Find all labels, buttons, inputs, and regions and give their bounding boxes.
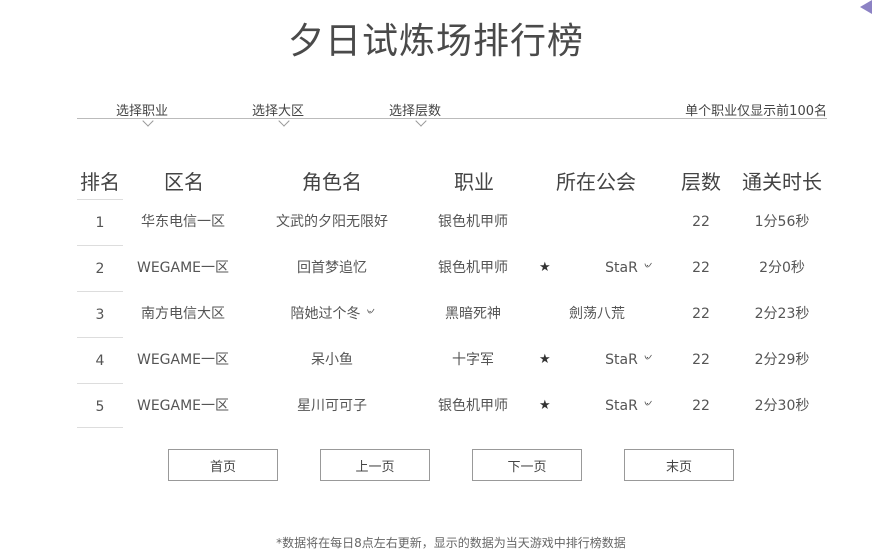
last-page-button[interactable]: 末页 [624, 449, 734, 481]
job-select-label: 选择职业 [116, 104, 169, 119]
name-cell: 回首梦追忆 [297, 260, 367, 276]
rank-cell: 3 [77, 291, 123, 338]
zone-cell: WEGAME一区 [136, 260, 230, 276]
rank-cell: 1 [77, 199, 123, 246]
guild-star-icon: ★ [539, 260, 551, 275]
filter-bar: 选择职业 选择大区 选择层数 单个职业仅显示前100名 [77, 96, 827, 127]
floor-cell: 22 [692, 352, 710, 368]
floor-cell: 22 [692, 214, 710, 230]
header-zone: 区名 [164, 170, 204, 194]
guild-star-icon: ★ [539, 398, 551, 413]
zone-select[interactable]: 选择大区 [252, 100, 305, 127]
header-floor: 层数 [681, 170, 721, 194]
table-row: 2 WEGAME一区 回首梦追忆 银色机甲师 ★ StaR ৺ 22 2分0秒 [0, 245, 872, 291]
rank-cell: 4 [77, 337, 123, 384]
time-cell: 2分29秒 [754, 352, 810, 368]
job-cell: 银色机甲师 [438, 214, 508, 230]
zone-cell: WEGAME一区 [136, 398, 230, 414]
table-row: 3 南方电信大区 陪她过个冬 ৺ 黑暗死神 劍荡八荒 22 2分23秒 [0, 291, 872, 337]
name-cell: 陪她过个冬 ৺ [290, 306, 374, 322]
job-cell: 黑暗死神 [445, 306, 501, 322]
next-page-button[interactable]: 下一页 [472, 449, 582, 481]
header-time: 通关时长 [742, 170, 822, 194]
floor-select[interactable]: 选择层数 [389, 100, 442, 127]
rank-cell: 5 [77, 383, 123, 430]
job-select[interactable]: 选择职业 [116, 100, 169, 127]
table-row: 1 华东电信一区 文武的夕阳无限好 银色机甲师 22 1分56秒 [0, 199, 872, 245]
name-cell: 文武的夕阳无限好 [276, 214, 388, 230]
guild-cell: StaR ৺ [605, 260, 651, 276]
time-cell: 2分23秒 [754, 306, 810, 322]
floor-cell: 22 [692, 260, 710, 276]
prev-page-button[interactable]: 上一页 [320, 449, 430, 481]
header-rank: 排名 [80, 170, 120, 194]
time-cell: 2分30秒 [754, 398, 810, 414]
page-title: 夕日试炼场排行榜 [287, 21, 584, 62]
guild-star-icon: ★ [539, 352, 551, 367]
job-cell: 银色机甲师 [438, 260, 508, 276]
job-cell: 银色机甲师 [438, 398, 508, 414]
guild-cell: StaR ৺ [605, 352, 651, 368]
job-cell: 十字军 [452, 352, 494, 368]
guild-cell: StaR ৺ [605, 398, 651, 414]
table-row: 5 WEGAME一区 星川可可子 银色机甲师 ★ StaR ৺ 22 2分30秒 [0, 383, 872, 429]
table-row: 4 WEGAME一区 呆小鱼 十字军 ★ StaR ৺ 22 2分29秒 [0, 337, 872, 383]
floor-select-label: 选择层数 [389, 104, 442, 119]
zone-cell: 南方电信大区 [141, 306, 225, 322]
name-cell: 呆小鱼 [311, 352, 353, 368]
name-cell: 星川可可子 [297, 398, 367, 414]
time-cell: 2分0秒 [759, 260, 805, 276]
table-divider [77, 427, 123, 428]
display-limit-note: 单个职业仅显示前100名 [685, 104, 827, 119]
zone-cell: 华东电信一区 [141, 214, 225, 230]
zone-select-label: 选择大区 [252, 104, 305, 119]
floor-cell: 22 [692, 398, 710, 414]
time-cell: 1分56秒 [754, 214, 810, 230]
first-page-button[interactable]: 首页 [168, 449, 278, 481]
zone-cell: WEGAME一区 [136, 352, 230, 368]
header-guild: 所在公会 [556, 170, 636, 194]
header-job: 职业 [454, 170, 494, 194]
rank-cell: 2 [77, 245, 123, 292]
header-name: 角色名 [302, 170, 362, 194]
guild-cell: 劍荡八荒 [569, 306, 625, 322]
floor-cell: 22 [692, 306, 710, 322]
